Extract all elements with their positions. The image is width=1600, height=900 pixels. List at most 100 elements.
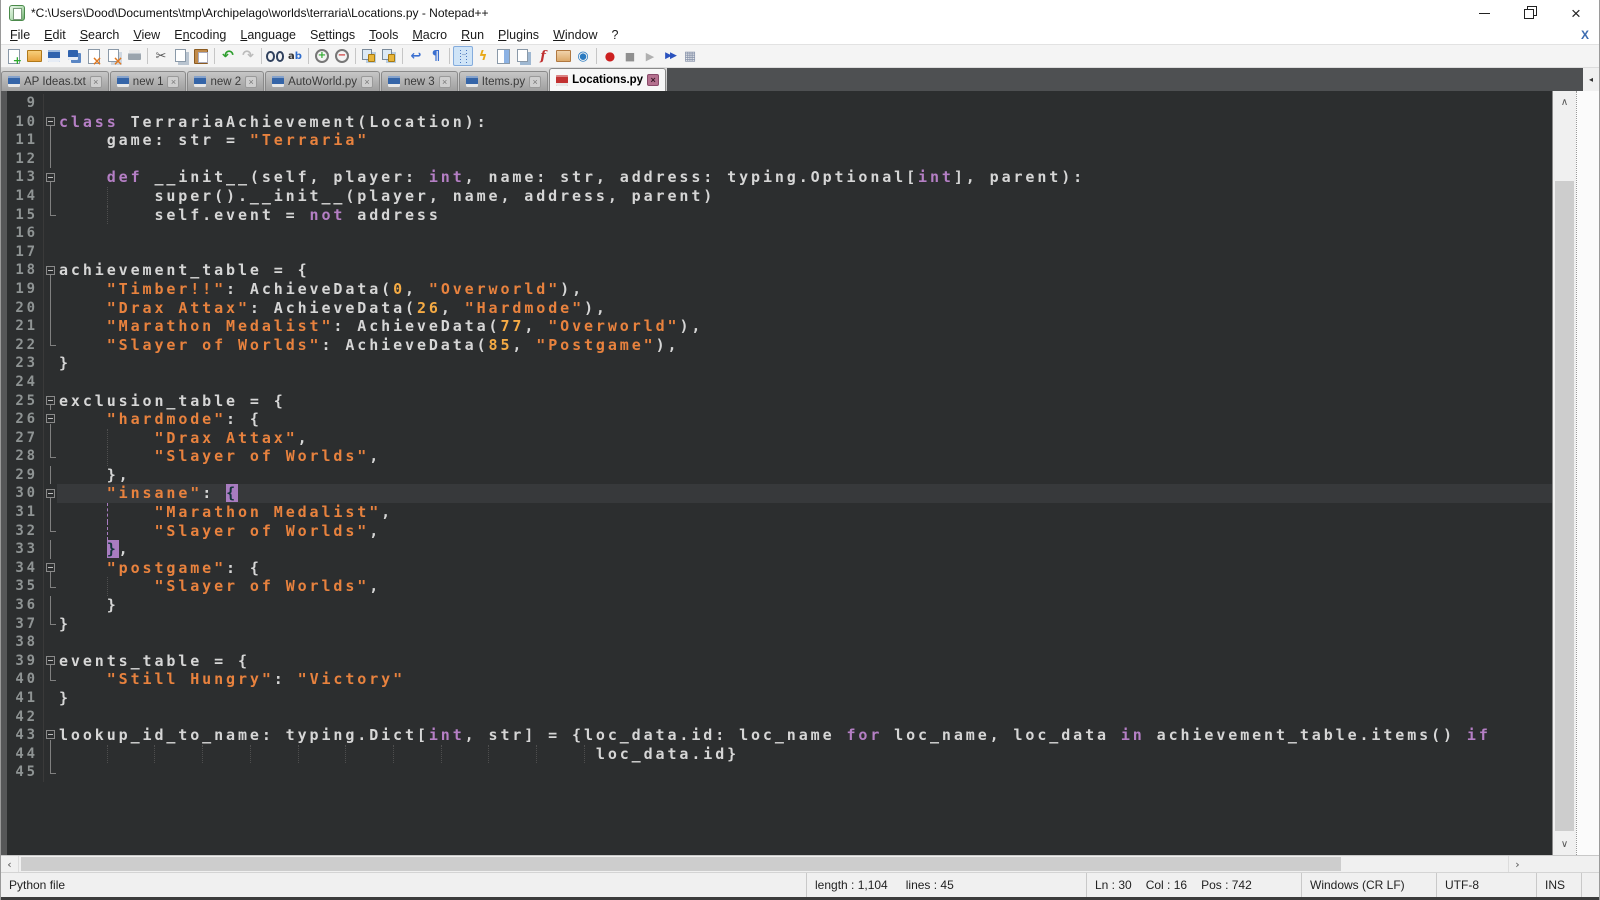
tab-close-icon[interactable]: ×: [245, 76, 257, 88]
code-text[interactable]: [57, 633, 1552, 652]
paste-icon[interactable]: [191, 46, 211, 66]
fold-collapse-icon[interactable]: [43, 652, 57, 671]
menu-search[interactable]: Search: [73, 27, 127, 43]
save-all-icon[interactable]: [64, 46, 84, 66]
menu-language[interactable]: Language: [233, 27, 303, 43]
code-text[interactable]: self.event = not address: [57, 206, 1552, 225]
show-all-characters-icon[interactable]: [426, 46, 446, 66]
horizontal-scroll-track[interactable]: [19, 856, 1508, 872]
tab-new-1[interactable]: new 1×: [110, 71, 187, 91]
tab-autoworld-py[interactable]: AutoWorld.py×: [265, 71, 380, 91]
menu-plugins[interactable]: Plugins: [491, 27, 546, 43]
code-text[interactable]: "Timber!!": AchieveData(0, "Overworld"),: [57, 280, 1552, 299]
copy-icon[interactable]: [171, 46, 191, 66]
code-text[interactable]: "Slayer of Worlds": AchieveData(85, "Pos…: [57, 336, 1552, 355]
code-text[interactable]: }: [57, 615, 1552, 634]
folder-as-workspace-icon[interactable]: [553, 46, 573, 66]
scroll-up-arrow-icon[interactable]: ∧: [1553, 91, 1576, 113]
sync-horizontal-scrolling-icon[interactable]: [379, 46, 399, 66]
code-text[interactable]: game: str = "Terraria": [57, 131, 1552, 150]
code-text[interactable]: [57, 763, 1552, 782]
tab-scroll-left-icon[interactable]: ◂: [1583, 68, 1599, 91]
code-text[interactable]: [57, 150, 1552, 169]
monitoring-icon[interactable]: [573, 46, 593, 66]
code-text[interactable]: [57, 708, 1552, 727]
code-text[interactable]: [57, 94, 1552, 113]
horizontal-scroll-thumb[interactable]: [21, 857, 1341, 871]
resize-grip[interactable]: [1581, 873, 1599, 897]
code-text[interactable]: loc_data.id}: [57, 745, 1552, 764]
function-list-icon[interactable]: [533, 46, 553, 66]
fold-collapse-icon[interactable]: [43, 726, 57, 745]
code-text[interactable]: }: [57, 354, 1552, 373]
scroll-left-arrow-icon[interactable]: ‹: [1, 856, 19, 872]
close-file-icon[interactable]: [84, 46, 104, 66]
menu-run[interactable]: Run: [454, 27, 491, 43]
code-text[interactable]: "insane": {: [57, 484, 1552, 503]
scroll-down-arrow-icon[interactable]: ∨: [1553, 833, 1576, 855]
document-map-icon[interactable]: [493, 46, 513, 66]
sync-vertical-scrolling-icon[interactable]: [359, 46, 379, 66]
tab-locations-py[interactable]: Locations.py×: [549, 68, 666, 91]
fold-collapse-icon[interactable]: [43, 113, 57, 132]
tab-ap-ideas-txt[interactable]: AP Ideas.txt×: [1, 71, 109, 91]
vertical-scroll-track[interactable]: [1553, 113, 1576, 833]
code-text[interactable]: def __init__(self, player: int, name: st…: [57, 168, 1552, 187]
vertical-scroll-thumb[interactable]: [1555, 181, 1574, 831]
code-text[interactable]: }: [57, 596, 1552, 615]
code-text[interactable]: "Slayer of Worlds",: [57, 577, 1552, 596]
code-text[interactable]: events_table = {: [57, 652, 1552, 671]
tab-close-icon[interactable]: ×: [167, 76, 179, 88]
tab-close-icon[interactable]: ×: [529, 76, 541, 88]
scroll-right-arrow-icon[interactable]: ›: [1508, 856, 1526, 872]
tab-close-icon[interactable]: ×: [90, 76, 102, 88]
find-icon[interactable]: [265, 46, 285, 66]
replace-icon[interactable]: [285, 46, 305, 66]
tab-close-icon[interactable]: ×: [439, 76, 451, 88]
fold-collapse-icon[interactable]: [43, 168, 57, 187]
code-text[interactable]: exclusion_table = {: [57, 392, 1552, 411]
restore-button[interactable]: [1507, 0, 1553, 26]
fold-collapse-icon[interactable]: [43, 410, 57, 429]
minimize-button[interactable]: [1461, 0, 1507, 26]
menu-macro[interactable]: Macro: [405, 27, 454, 43]
macro-save-icon[interactable]: [680, 46, 700, 66]
print-icon[interactable]: [124, 46, 144, 66]
code-text[interactable]: [57, 243, 1552, 262]
menu-tools[interactable]: Tools: [362, 27, 405, 43]
zoom-out-icon[interactable]: [332, 46, 352, 66]
code-text[interactable]: super().__init__(player, name, address, …: [57, 187, 1552, 206]
vertical-scrollbar[interactable]: ∧ ∨: [1552, 91, 1576, 855]
macro-run-multiple-icon[interactable]: [660, 46, 680, 66]
fold-collapse-icon[interactable]: [43, 559, 57, 578]
tab-new-3[interactable]: new 3×: [381, 71, 458, 91]
fold-collapse-icon[interactable]: [43, 484, 57, 503]
fold-collapse-icon[interactable]: [43, 392, 57, 411]
code-text[interactable]: "Marathon Medalist": AchieveData(77, "Ov…: [57, 317, 1552, 336]
horizontal-scrollbar[interactable]: ‹ ›: [1, 855, 1599, 872]
menu-[interactable]: ?: [605, 27, 626, 43]
code-text[interactable]: },: [57, 466, 1552, 485]
save-file-icon[interactable]: [44, 46, 64, 66]
code-text[interactable]: "Still Hungry": "Victory": [57, 670, 1552, 689]
code-text[interactable]: [57, 224, 1552, 243]
code-text[interactable]: },: [57, 540, 1552, 559]
undo-icon[interactable]: [218, 46, 238, 66]
close-all-files-icon[interactable]: [104, 46, 124, 66]
tab-close-icon[interactable]: ×: [361, 76, 373, 88]
cut-icon[interactable]: [151, 46, 171, 66]
close-document-icon[interactable]: X: [1581, 28, 1589, 42]
define-language-icon[interactable]: [473, 46, 493, 66]
macro-stop-recording-icon[interactable]: [620, 46, 640, 66]
open-file-icon[interactable]: [24, 46, 44, 66]
show-indent-guide-icon[interactable]: [453, 46, 473, 66]
fold-collapse-icon[interactable]: [43, 261, 57, 280]
code-editor[interactable]: 910class TerrariaAchievement(Location):1…: [7, 91, 1552, 855]
code-text[interactable]: lookup_id_to_name: typing.Dict[int, str]…: [57, 726, 1552, 745]
new-file-icon[interactable]: [4, 46, 24, 66]
status-typing-mode[interactable]: INS: [1536, 873, 1581, 897]
tab-close-icon[interactable]: ×: [647, 74, 659, 86]
code-text[interactable]: "Drax Attax",: [57, 429, 1552, 448]
menu-settings[interactable]: Settings: [303, 27, 362, 43]
code-text[interactable]: "postgame": {: [57, 559, 1552, 578]
